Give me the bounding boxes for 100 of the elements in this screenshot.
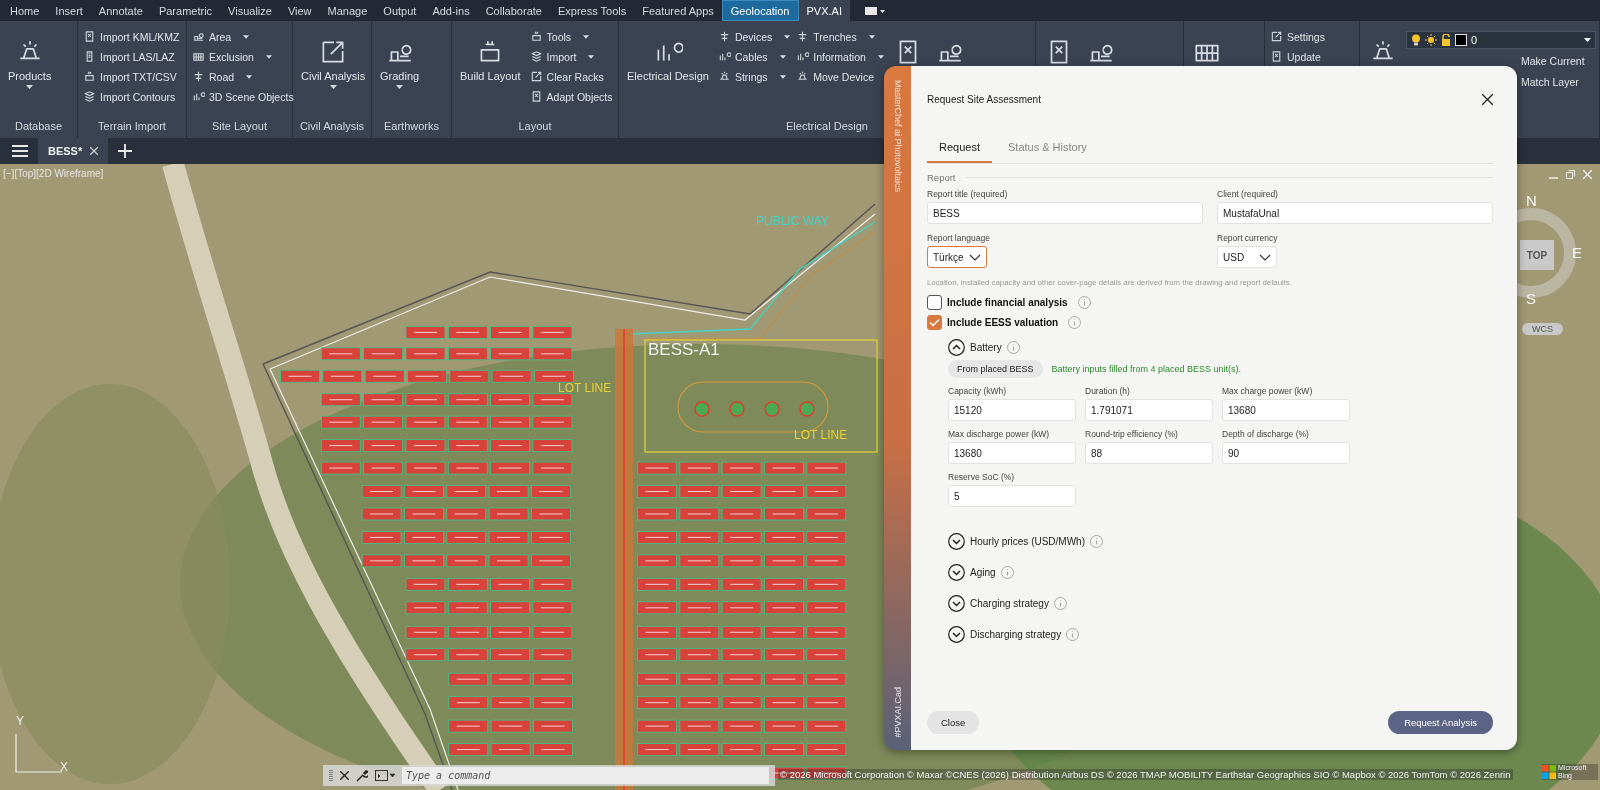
ribbon-button[interactable]: Import LAS/LAZ <box>82 47 181 66</box>
ribbon-tab[interactable]: Geolocation <box>721 0 799 21</box>
ribbon-button[interactable]: Settings <box>1269 27 1326 46</box>
ribbon-button[interactable]: Road <box>191 67 295 86</box>
dropdown-field[interactable]: USD <box>1217 246 1277 268</box>
collapse-toggle-icon[interactable] <box>948 564 965 581</box>
checkbox-label[interactable]: Include financial analysis <box>947 297 1068 308</box>
ribbon-tab[interactable]: PVX.AI <box>798 0 850 21</box>
section-title[interactable]: Battery <box>970 342 1002 353</box>
ribbon-button[interactable]: Tools <box>528 27 614 46</box>
ribbon-button[interactable]: Import TXT/CSV <box>82 67 181 86</box>
collapse-toggle-icon[interactable] <box>948 595 965 612</box>
caret-icon <box>329 85 337 89</box>
number-field[interactable]: 5 <box>948 485 1076 507</box>
ribbon-button[interactable]: Import Contours <box>82 87 181 106</box>
number-field[interactable]: 13680 <box>948 442 1076 464</box>
panel-title: Terrain Import <box>98 119 166 134</box>
request-analysis-button[interactable]: Request Analysis <box>1388 711 1493 734</box>
ribbon-tab[interactable]: Express Tools <box>549 0 635 21</box>
ribbon-button[interactable]: Clear Racks <box>528 67 614 86</box>
ribbon-tab[interactable]: Featured Apps <box>634 0 722 21</box>
ribbon-button[interactable]: Build Layout <box>456 27 525 84</box>
text-field[interactable]: MustafaUnal <box>1217 202 1493 224</box>
collapse-toggle-icon[interactable] <box>948 339 965 356</box>
wrench-icon[interactable] <box>356 769 368 782</box>
chevron-icon <box>1259 253 1271 261</box>
close-button[interactable]: Close <box>927 711 980 734</box>
number-field[interactable]: 1.791071 <box>1085 399 1213 421</box>
add-icon[interactable] <box>118 144 133 158</box>
ribbon-button[interactable]: Civil Analysis <box>297 27 370 91</box>
caret-icon <box>588 54 595 59</box>
fill-from-bess-button[interactable]: From placed BESS <box>948 360 1043 378</box>
ribbon-tab[interactable]: Insert <box>47 0 91 21</box>
panel-title: Site Layout <box>211 119 267 134</box>
menu-icon[interactable] <box>12 145 28 157</box>
tool-icon <box>717 70 731 83</box>
prompt-icon[interactable] <box>375 770 395 781</box>
command-input[interactable]: Type a command <box>402 767 769 784</box>
side-label: MasterChef ai Photovoltaics <box>892 80 903 193</box>
axis-label: Y <box>16 714 24 728</box>
ribbon-button[interactable]: Import KML/KMZ <box>82 27 181 46</box>
section-title[interactable]: Aging <box>970 567 996 578</box>
ribbon-button[interactable]: Trenches <box>795 27 885 46</box>
ribbon-button[interactable]: Move Device <box>795 67 885 86</box>
ribbon-button[interactable]: Exclusion <box>191 47 295 66</box>
close-icon[interactable] <box>1482 94 1493 105</box>
ribbon-button[interactable]: 3D Scene Objects <box>191 87 295 106</box>
ribbon-button[interactable]: Match Layer <box>1520 72 1596 91</box>
collapse-toggle-icon[interactable] <box>948 533 965 550</box>
checkbox[interactable] <box>927 295 942 310</box>
field-label: Depth of discharge (%) <box>1222 429 1310 439</box>
ribbon-tab[interactable]: Visualize <box>220 0 280 21</box>
tool-icon <box>192 90 205 103</box>
ribbon-button[interactable]: Area <box>191 27 295 46</box>
ribbon-button[interactable]: Cables <box>716 47 792 66</box>
collapse-toggle-icon[interactable] <box>948 626 965 643</box>
ribbon-tab[interactable]: View <box>279 0 320 21</box>
ribbon-button[interactable]: Make Current <box>1520 51 1596 70</box>
grip-icon[interactable] <box>329 768 333 783</box>
compass-letter: S <box>1526 290 1536 307</box>
ribbon-button[interactable]: Products <box>4 27 56 91</box>
chevron-icon <box>969 253 981 261</box>
ribbon-tab[interactable]: Collaborate <box>477 0 550 21</box>
ribbon-tab[interactable]: Home <box>2 0 48 21</box>
view-cube[interactable]: TOP <box>1520 240 1554 270</box>
ribbon-button[interactable]: Update <box>1269 47 1326 66</box>
ribbon-button[interactable]: Electrical Design <box>623 27 713 84</box>
field-label: Client (required) <box>1217 189 1279 199</box>
ucs-menu[interactable]: WCS <box>1522 323 1563 335</box>
dropdown-field[interactable]: Türkçe <box>927 246 987 268</box>
dialog-tab[interactable]: Request <box>927 135 992 163</box>
ribbon-button[interactable]: Grading <box>376 27 424 91</box>
checkbox-label[interactable]: Include EESS valuation <box>947 317 1059 328</box>
section-title[interactable]: Discharging strategy <box>970 629 1062 640</box>
document-tab[interactable]: BESS* <box>38 138 109 164</box>
caret-icon <box>243 34 250 39</box>
ribbon-tab[interactable]: Manage <box>319 0 376 21</box>
ribbon-button[interactable]: Strings <box>716 67 792 86</box>
text-field[interactable]: BESS <box>927 202 1203 224</box>
ribbon-tab[interactable]: Add-ins <box>424 0 478 21</box>
number-field[interactable]: 88 <box>1085 442 1213 464</box>
ribbon-button[interactable]: Information <box>795 47 885 66</box>
ribbon-button[interactable]: Import <box>528 47 614 66</box>
number-field[interactable]: 15120 <box>948 399 1076 421</box>
ribbon-button[interactable]: Devices <box>716 27 792 46</box>
number-field[interactable]: 13680 <box>1222 399 1350 421</box>
section-title[interactable]: Charging strategy <box>970 598 1049 609</box>
caret-icon <box>784 34 791 39</box>
layer-dropdown[interactable]: 0 <box>1406 31 1596 49</box>
workspace-icon[interactable] <box>863 5 886 16</box>
ribbon-tab[interactable]: Output <box>375 0 425 21</box>
number-field[interactable]: 90 <box>1222 442 1350 464</box>
section-title[interactable]: Hourly prices (USD/MWh) <box>970 536 1085 547</box>
ribbon-button[interactable]: Adapt Objects <box>528 87 614 106</box>
checkbox[interactable] <box>927 315 942 330</box>
panel-title: Civil Analysis <box>299 119 365 134</box>
ribbon-tab[interactable]: Annotate <box>90 0 151 21</box>
tool-icon <box>1270 30 1283 43</box>
close-icon[interactable] <box>340 771 349 780</box>
ribbon-tab[interactable]: Parametric <box>150 0 221 21</box>
